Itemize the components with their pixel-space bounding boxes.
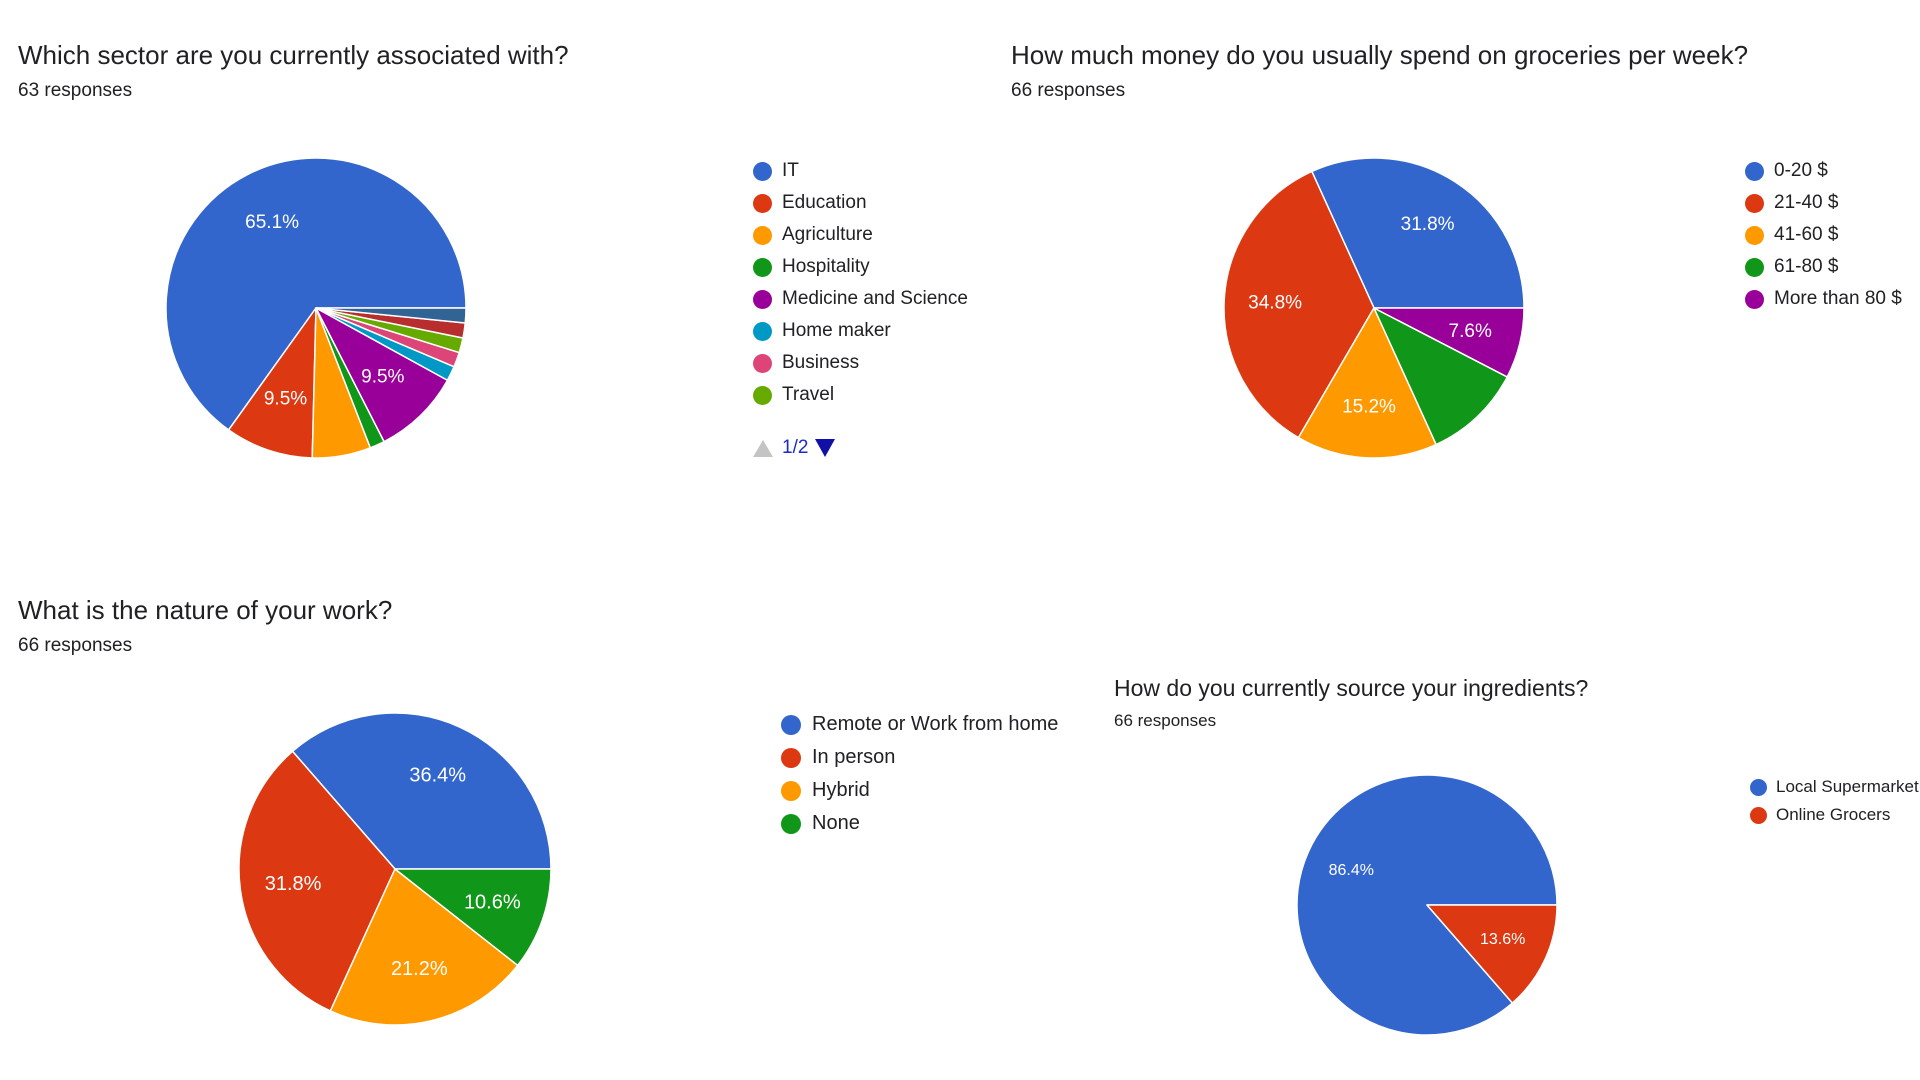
legend-item-61-80[interactable]: 61-80 $: [1745, 251, 1902, 283]
slice-label: 31.8%: [265, 873, 322, 895]
legend-item-home-maker[interactable]: Home maker: [753, 315, 968, 347]
legend-item-online-grocers[interactable]: Online Grocers: [1750, 801, 1919, 829]
legend-swatch-icon: [1745, 289, 1764, 309]
legend-swatch-icon: [1750, 806, 1767, 824]
legend-swatch-icon: [781, 780, 801, 801]
legend: Remote or Work from home In person Hybrid N…: [781, 708, 1058, 840]
pager-page-label: 1/2: [782, 437, 809, 458]
legend-swatch-icon: [781, 813, 801, 834]
legend-label: Travel: [782, 384, 835, 405]
slice-label: 7.6%: [1449, 321, 1492, 342]
pie-chart: 86.4% 13.6%: [1296, 774, 1558, 1036]
legend-item-education[interactable]: Education: [753, 187, 968, 219]
legend-item-travel[interactable]: Travel: [753, 379, 968, 411]
legend-item-41-60[interactable]: 41-60 $: [1745, 219, 1902, 251]
legend-item-business[interactable]: Business: [753, 347, 968, 379]
legend-item-21-40[interactable]: 21-40 $: [1745, 187, 1902, 219]
slice-label: 9.5%: [361, 366, 404, 387]
legend-item-it[interactable]: IT: [753, 155, 968, 187]
legend-label: 61-80 $: [1774, 256, 1839, 277]
chart-ingredient-source: How do you currently source your ingredi…: [1114, 675, 1919, 1075]
legend-swatch-icon: [1745, 225, 1764, 245]
legend-item-remote-or-work-from-home[interactable]: Remote or Work from home: [781, 708, 1058, 741]
legend-item-none[interactable]: None: [781, 807, 1058, 840]
legend-swatch-icon: [1745, 161, 1764, 181]
slice-label: 31.8%: [1401, 214, 1455, 235]
legend-swatch-icon: [753, 257, 772, 277]
chart-grocery-spend: How much money do you usually spend on g…: [1011, 40, 1916, 510]
legend-swatch-icon: [753, 289, 772, 309]
legend-label: 0-20 $: [1774, 160, 1828, 181]
legend: Local Supermarket Online Grocers: [1750, 773, 1919, 829]
legend-label: 21-40 $: [1774, 192, 1839, 213]
legend-swatch-icon: [781, 747, 801, 768]
legend-item-more-than-80[interactable]: More than 80 $: [1745, 283, 1902, 315]
legend-label: IT: [782, 160, 799, 181]
slice-label: 65.1%: [245, 212, 299, 233]
legend-label: Hospitality: [782, 256, 870, 277]
legend-swatch-icon: [753, 225, 772, 245]
legend-swatch-icon: [753, 385, 772, 405]
slice-label: 21.2%: [391, 958, 448, 980]
legend-label: Medicine and Science: [782, 288, 968, 309]
legend-swatch-icon: [753, 161, 772, 181]
legend-item-medicine-and-science[interactable]: Medicine and Science: [753, 283, 968, 315]
legend-swatch-icon: [753, 353, 772, 373]
legend-label: In person: [812, 746, 896, 768]
legend-label: Online Grocers: [1776, 805, 1891, 824]
slice-label: 36.4%: [409, 764, 466, 786]
legend-label: More than 80 $: [1774, 288, 1902, 309]
legend-label: Remote or Work from home: [812, 713, 1059, 735]
slice-label: 15.2%: [1342, 396, 1396, 417]
slice-label: 13.6%: [1480, 931, 1525, 948]
legend-item-agriculture[interactable]: Agriculture: [753, 219, 968, 251]
legend-item-0-20[interactable]: 0-20 $: [1745, 155, 1902, 187]
slice-label: 10.6%: [464, 892, 521, 914]
slice-label: 34.8%: [1248, 293, 1302, 314]
legend-label: Hybrid: [812, 779, 870, 801]
legend-label: Local Supermarket: [1776, 777, 1919, 796]
legend-label: None: [812, 812, 860, 834]
legend-swatch-icon: [1745, 257, 1764, 277]
legend-swatch-icon: [1750, 778, 1767, 796]
legend-swatch-icon: [753, 321, 772, 341]
legend-swatch-icon: [753, 193, 772, 213]
legend: IT Education Agriculture Hospitality Medicin…: [753, 155, 968, 411]
legend-item-in-person[interactable]: In person: [781, 741, 1058, 774]
slice-label: 9.5%: [264, 389, 307, 410]
legend-item-hybrid[interactable]: Hybrid: [781, 774, 1058, 807]
legend-swatch-icon: [1745, 193, 1764, 213]
legend: 0-20 $ 21-40 $ 41-60 $ 61-80 $ More than 80 …: [1745, 155, 1902, 315]
slice-label: 86.4%: [1329, 862, 1374, 879]
legend-label: Agriculture: [782, 224, 873, 245]
legend-swatch-icon: [781, 714, 801, 735]
legend-pager: 1/2: [753, 437, 836, 459]
legend-label: Business: [782, 352, 860, 373]
legend-label: Education: [782, 192, 867, 213]
legend-label: 41-60 $: [1774, 224, 1839, 245]
legend-item-local-supermarket[interactable]: Local Supermarket: [1750, 773, 1919, 801]
pager-up-icon[interactable]: [753, 439, 773, 457]
legend-label: Home maker: [782, 320, 891, 341]
legend-item-hospitality[interactable]: Hospitality: [753, 251, 968, 283]
chart-sector: Which sector are you currently associate…: [18, 40, 998, 510]
chart-work-nature: What is the nature of your work? 66 resp…: [18, 595, 1108, 1065]
pager-down-icon[interactable]: [815, 439, 836, 457]
